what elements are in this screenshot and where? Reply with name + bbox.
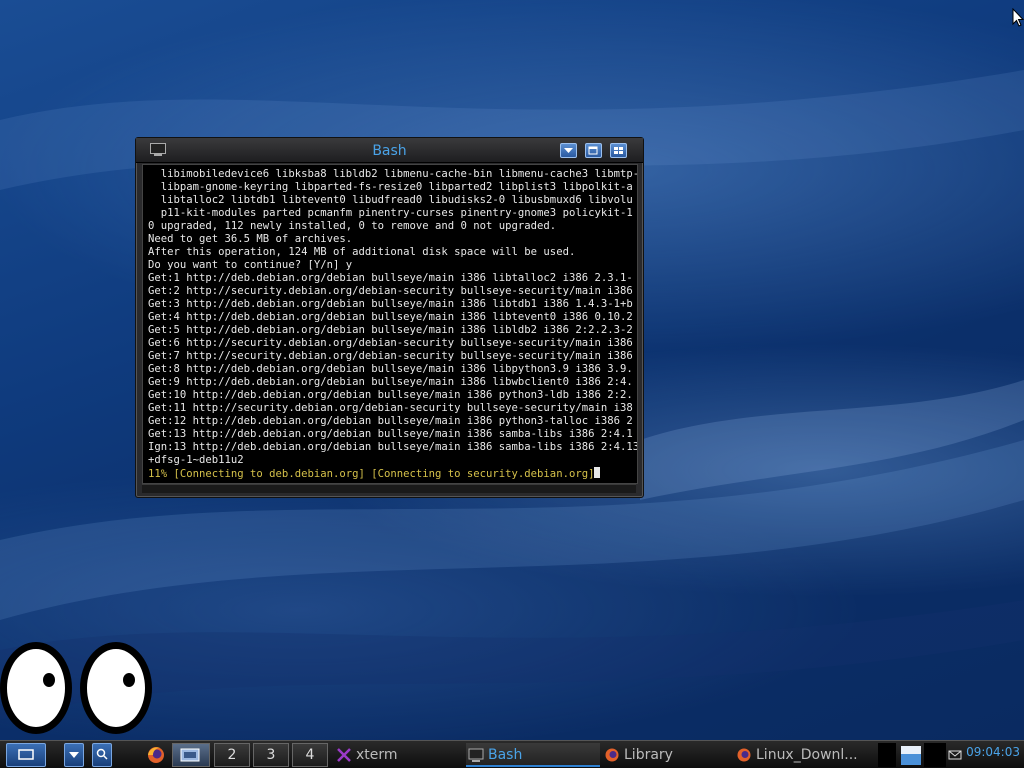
network-tray-icon[interactable] xyxy=(900,743,922,767)
terminal-line: Get:12 http://deb.debian.org/debian bull… xyxy=(148,415,633,427)
terminal-line: Get:11 http://security.debian.org/debian… xyxy=(148,402,633,414)
terminal-line: 0 upgraded, 112 newly installed, 0 to re… xyxy=(148,220,557,232)
grid-icon xyxy=(614,147,623,154)
mail-icon xyxy=(948,750,962,760)
search-button[interactable] xyxy=(92,743,112,767)
terminal-status-line: 11% [Connecting to deb.debian.org] [Conn… xyxy=(148,468,595,480)
left-pupil xyxy=(43,673,55,687)
task-label: Linux_Downl... xyxy=(756,747,858,763)
terminal-line: Get:5 http://deb.debian.org/debian bulls… xyxy=(148,324,633,336)
xterm-icon xyxy=(337,748,351,762)
desktop-1-button[interactable] xyxy=(172,743,210,767)
terminal-line: libimobiledevice6 libksba8 libldb2 libme… xyxy=(160,168,638,180)
desktop-2-button[interactable]: 2 xyxy=(214,743,250,767)
terminal-line: Get:10 http://deb.debian.org/debian bull… xyxy=(148,389,633,401)
desktop-3-button[interactable]: 3 xyxy=(253,743,289,767)
tray-blank xyxy=(924,743,946,767)
menu-button[interactable] xyxy=(610,143,627,158)
xeyes-right-eye[interactable] xyxy=(80,642,152,734)
terminal-line: Need to get 36.5 MB of archives. xyxy=(148,233,353,245)
text-cursor xyxy=(594,467,601,478)
right-pupil xyxy=(123,673,135,687)
window-icon xyxy=(588,146,598,155)
task-label: Bash xyxy=(488,747,523,763)
terminal-titlebar[interactable]: Bash xyxy=(136,138,643,163)
terminal-window[interactable]: Bash libimobiledevice6 libksba8 libldb2 … xyxy=(135,137,644,498)
task-label: Library xyxy=(624,747,673,763)
terminal-line: Get:13 http://deb.debian.org/debian bull… xyxy=(148,428,633,440)
firefox-launcher[interactable] xyxy=(144,743,170,767)
terminal-text: libimobiledevice6 libksba8 libldb2 libme… xyxy=(148,168,638,481)
task-label: xterm xyxy=(356,747,398,763)
task-linux-download[interactable]: Linux_Downl... xyxy=(734,743,866,767)
terminal-line: libtalloc2 libtdb1 libtevent0 libudfread… xyxy=(160,194,633,206)
tray-separator xyxy=(878,743,896,767)
terminal-line: Get:8 http://deb.debian.org/debian bulls… xyxy=(148,363,633,375)
task-xterm[interactable]: xterm xyxy=(334,743,462,767)
mail-tray-icon[interactable] xyxy=(948,743,964,767)
firefox-icon xyxy=(605,748,619,762)
terminal-line: Get:1 http://deb.debian.org/debian bulls… xyxy=(148,272,633,284)
window-list-button[interactable] xyxy=(64,743,84,767)
terminal-bottom-bar xyxy=(142,484,636,493)
xeyes-left-eye[interactable] xyxy=(0,642,72,734)
terminal-line: Do you want to continue? [Y/n] y xyxy=(148,259,353,271)
network-icon xyxy=(901,746,921,765)
maximize-button[interactable] xyxy=(585,143,602,158)
desktop-icon xyxy=(180,748,200,762)
terminal-line: libpam-gnome-keyring libparted-fs-resize… xyxy=(160,181,633,193)
terminal-line: +dfsg-1~deb11u2 xyxy=(148,454,244,466)
task-bash[interactable]: Bash xyxy=(466,743,600,767)
terminal-line: Get:2 http://security.debian.org/debian-… xyxy=(148,285,633,297)
terminal-line: Get:9 http://deb.debian.org/debian bulls… xyxy=(148,376,633,388)
terminal-line: Get:4 http://deb.debian.org/debian bulls… xyxy=(148,311,633,323)
task-library[interactable]: Library xyxy=(602,743,730,767)
firefox-icon xyxy=(737,748,751,762)
terminal-line: After this operation, 124 MB of addition… xyxy=(148,246,576,258)
search-icon xyxy=(96,748,108,760)
menu-icon xyxy=(18,749,34,760)
terminal-output[interactable]: libimobiledevice6 libksba8 libldb2 libme… xyxy=(142,164,638,484)
terminal-line: p11-kit-modules parted pcmanfm pinentry-… xyxy=(160,207,633,219)
mouse-pointer-icon xyxy=(1012,8,1024,27)
terminal-line: Get:3 http://deb.debian.org/debian bulls… xyxy=(148,298,633,310)
start-menu-button[interactable] xyxy=(6,743,46,767)
desktop-4-button[interactable]: 4 xyxy=(292,743,328,767)
terminal-line: Ign:13 http://deb.debian.org/debian bull… xyxy=(148,441,638,453)
chevron-down-icon xyxy=(69,752,79,758)
terminal-icon xyxy=(468,748,484,762)
taskbar: 2 3 4 xterm Bash Library Linux_Downl... … xyxy=(0,740,1024,768)
clock[interactable]: 09:04:03 xyxy=(966,745,1020,759)
terminal-line: Get:6 http://security.debian.org/debian-… xyxy=(148,337,633,349)
minimize-button[interactable] xyxy=(560,143,577,158)
firefox-icon xyxy=(148,747,164,763)
chevron-down-icon xyxy=(564,148,573,153)
terminal-line: Get:7 http://security.debian.org/debian-… xyxy=(148,350,633,362)
